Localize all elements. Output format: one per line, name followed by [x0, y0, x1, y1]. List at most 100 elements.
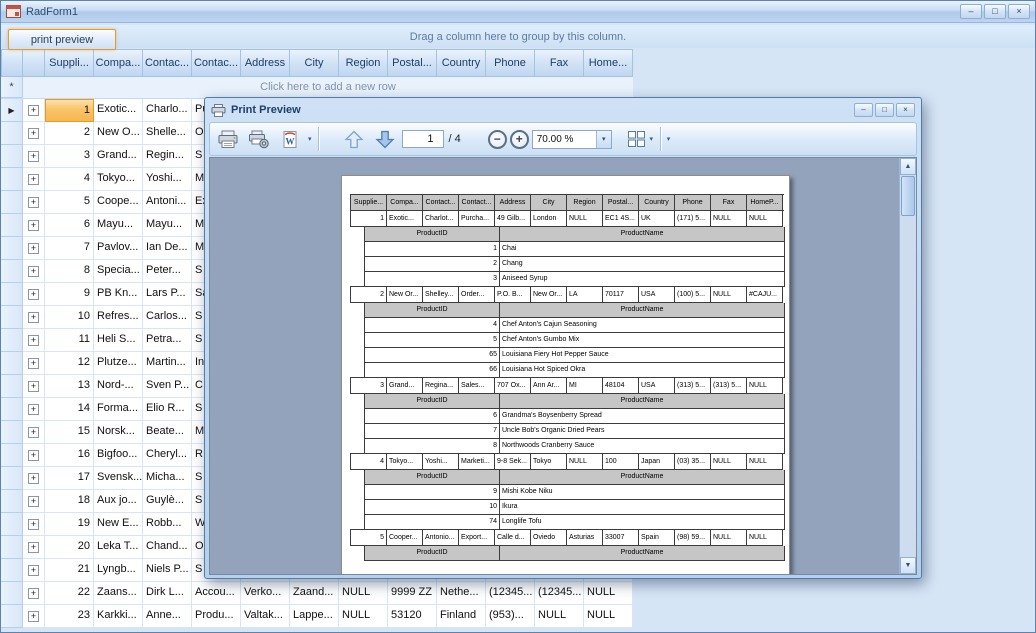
row-header-cell[interactable] [1, 122, 23, 145]
expand-icon[interactable]: + [28, 151, 39, 162]
toolbar-overflow-button[interactable]: ▾ [307, 135, 313, 143]
expand-cell[interactable]: + [23, 99, 45, 122]
expand-cell[interactable]: + [23, 421, 45, 444]
watermark-button[interactable]: W [276, 125, 304, 153]
column-header-address[interactable]: Address [241, 50, 290, 76]
expand-icon[interactable]: + [28, 450, 39, 461]
column-header-fax[interactable]: Fax [535, 50, 584, 76]
column-header-home-page[interactable]: Home... [584, 50, 633, 76]
row-header-cell[interactable] [1, 352, 23, 375]
previous-page-button[interactable] [340, 125, 368, 153]
cell-contact-name[interactable]: Martin... [143, 352, 192, 375]
cell-address[interactable]: Valtak... [241, 605, 290, 628]
column-header-contact-name[interactable]: Contac... [143, 50, 192, 76]
close-button[interactable]: × [1008, 4, 1030, 19]
cell-company-name[interactable]: Zaans... [94, 582, 143, 605]
cell-address[interactable]: Verko... [241, 582, 290, 605]
cell-contact-name[interactable]: Sven P... [143, 375, 192, 398]
expand-icon[interactable]: + [28, 266, 39, 277]
row-header-cell[interactable] [1, 375, 23, 398]
expand-cell[interactable]: + [23, 260, 45, 283]
expand-icon[interactable]: + [28, 312, 39, 323]
cell-contact-name[interactable]: Shelle... [143, 122, 192, 145]
cell-company-name[interactable]: Nord-... [94, 375, 143, 398]
cell-contact-name[interactable]: Robb... [143, 513, 192, 536]
row-header-cell[interactable] [1, 306, 23, 329]
expand-cell[interactable]: + [23, 536, 45, 559]
cell-supplier-id[interactable]: 5 [45, 191, 94, 214]
expand-cell[interactable]: + [23, 122, 45, 145]
dialog-maximize-button[interactable]: □ [875, 103, 894, 117]
row-header-cell[interactable] [1, 398, 23, 421]
expand-icon[interactable]: + [28, 496, 39, 507]
cell-contact-name[interactable]: Elio R... [143, 398, 192, 421]
row-header-cell[interactable] [1, 237, 23, 260]
cell-contact-name[interactable]: Dirk L... [143, 582, 192, 605]
cell-supplier-id[interactable]: 4 [45, 168, 94, 191]
cell-contact-name[interactable]: Beate... [143, 421, 192, 444]
view-mode-button[interactable]: ▾ [627, 125, 655, 153]
cell-company-name[interactable]: Karkki... [94, 605, 143, 628]
dialog-minimize-button[interactable]: – [854, 103, 873, 117]
maximize-button[interactable]: □ [984, 4, 1006, 19]
row-header-cell[interactable] [1, 329, 23, 352]
expand-icon[interactable]: + [28, 404, 39, 415]
scroll-up-button[interactable]: ▲ [900, 158, 916, 175]
cell-contact-name[interactable]: Chand... [143, 536, 192, 559]
expand-icon[interactable]: + [28, 565, 39, 576]
cell-company-name[interactable]: Grand... [94, 145, 143, 168]
cell-supplier-id[interactable]: 9 [45, 283, 94, 306]
row-header-cell[interactable]: ▶ [1, 99, 23, 122]
expand-cell[interactable]: + [23, 582, 45, 605]
expand-cell[interactable]: + [23, 559, 45, 582]
column-header-company-name[interactable]: Compa... [94, 50, 143, 76]
cell-supplier-id[interactable]: 11 [45, 329, 94, 352]
cell-company-name[interactable]: Coope... [94, 191, 143, 214]
cell-company-name[interactable]: Pavlov... [94, 237, 143, 260]
cell-contact-name[interactable]: Regin... [143, 145, 192, 168]
cell-contact-name[interactable]: Ian De... [143, 237, 192, 260]
row-header-cell[interactable] [1, 490, 23, 513]
column-header-city[interactable]: City [290, 50, 339, 76]
zoom-in-button[interactable]: + [510, 130, 529, 149]
expand-cell[interactable]: + [23, 352, 45, 375]
column-header-postal-code[interactable]: Postal... [388, 50, 437, 76]
minimize-button[interactable]: – [960, 4, 982, 19]
cell-fax[interactable]: (12345... [535, 582, 584, 605]
cell-supplier-id[interactable]: 17 [45, 467, 94, 490]
cell-contact-name[interactable]: Charlo... [143, 99, 192, 122]
cell-supplier-id[interactable]: 16 [45, 444, 94, 467]
page-number-input[interactable]: 1 [402, 130, 444, 148]
cell-company-name[interactable]: Lyngb... [94, 559, 143, 582]
expand-cell[interactable]: + [23, 168, 45, 191]
cell-city[interactable]: Zaand... [290, 582, 339, 605]
cell-supplier-id[interactable]: 3 [45, 145, 94, 168]
cell-company-name[interactable]: Norsk... [94, 421, 143, 444]
cell-contact-name[interactable]: Anne... [143, 605, 192, 628]
cell-postal-code[interactable]: 9999 ZZ [388, 582, 437, 605]
expand-cell[interactable]: + [23, 191, 45, 214]
column-header-region[interactable]: Region [339, 50, 388, 76]
cell-fax[interactable]: NULL [535, 605, 584, 628]
row-header-cell[interactable] [1, 559, 23, 582]
cell-company-name[interactable]: Heli S... [94, 329, 143, 352]
cell-company-name[interactable]: Bigfoo... [94, 444, 143, 467]
expand-cell[interactable]: + [23, 490, 45, 513]
cell-contact-name[interactable]: Petra... [143, 329, 192, 352]
print-button[interactable] [214, 125, 242, 153]
expand-icon[interactable]: + [28, 197, 39, 208]
expand-icon[interactable]: + [28, 128, 39, 139]
expand-cell[interactable]: + [23, 145, 45, 168]
row-header-cell[interactable] [1, 513, 23, 536]
cell-contact-name[interactable]: Niels P... [143, 559, 192, 582]
scroll-down-button[interactable]: ▼ [900, 557, 916, 574]
expand-icon[interactable]: + [28, 289, 39, 300]
cell-contact-name[interactable]: Antoni... [143, 191, 192, 214]
cell-supplier-id[interactable]: 15 [45, 421, 94, 444]
print-preview-button[interactable]: print preview [8, 29, 116, 50]
expand-cell[interactable]: + [23, 467, 45, 490]
cell-company-name[interactable]: Aux jo... [94, 490, 143, 513]
cell-country[interactable]: Nethe... [437, 582, 486, 605]
row-header-cell[interactable] [1, 444, 23, 467]
cell-contact-title[interactable]: Accou... [192, 582, 241, 605]
